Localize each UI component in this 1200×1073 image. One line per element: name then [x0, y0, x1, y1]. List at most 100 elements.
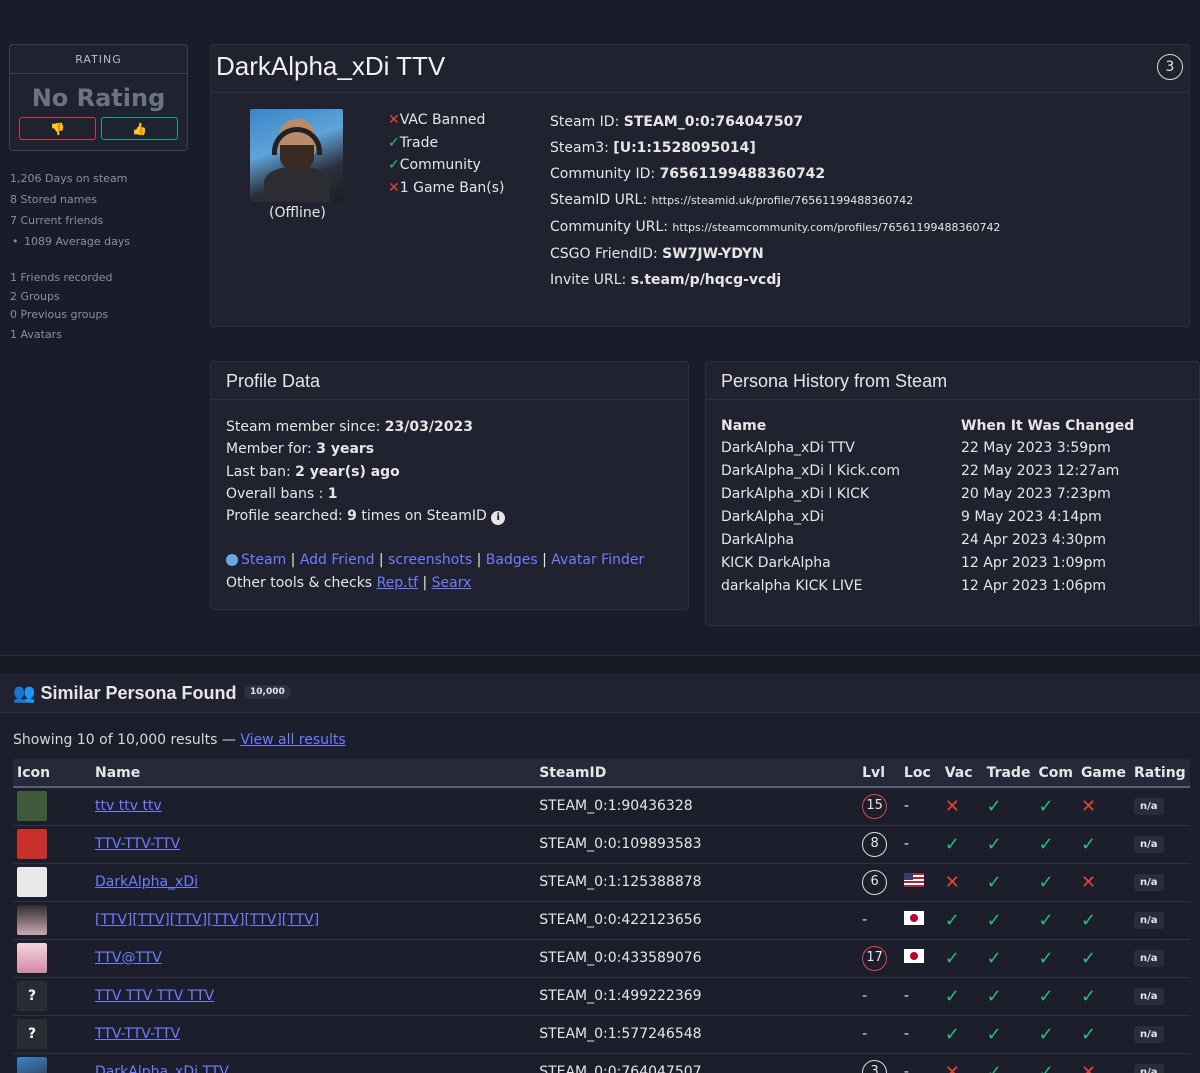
avatar-icon[interactable] — [17, 905, 47, 935]
level-badge: 6 — [862, 869, 888, 895]
thumbs-up-button[interactable]: 👍 — [101, 117, 178, 140]
column-header-game[interactable]: Game — [1076, 759, 1130, 788]
persona-history-table: Name When It Was Changed DarkAlpha_xDi TT… — [721, 414, 1134, 597]
check-icon: ✓ — [388, 134, 400, 151]
community-url: Community URL: https://steamcommunity.co… — [550, 219, 1001, 235]
friends-recorded: 1 Friends recorded — [10, 271, 113, 284]
persona-name: DarkAlpha_xDi l KICK — [721, 485, 870, 502]
csgo-friend-id: CSGO FriendID: SW7JW-YDYN — [550, 246, 764, 262]
steamid-cell: STEAM_0:1:577246548 — [535, 1015, 859, 1054]
profile-section: RATING No Rating 👎 👍 1,206 Days on steam… — [0, 0, 1200, 655]
users-icon: 👥 — [13, 683, 36, 703]
rating-box: RATING No Rating 👎 👍 — [9, 44, 188, 151]
steamid-cell: STEAM_0:0:109893583 — [535, 825, 859, 864]
column-header-steamid[interactable]: SteamID — [535, 759, 859, 788]
persona-date: 22 May 2023 3:59pm — [961, 439, 1111, 456]
column-header-name[interactable]: Name — [91, 759, 536, 788]
rating-value: No Rating — [31, 84, 166, 112]
column-header-loc[interactable]: Loc — [899, 759, 941, 788]
column-header-lvl[interactable]: Lvl — [858, 759, 900, 788]
persona-history-card: Persona History from Steam Name When It W… — [705, 361, 1200, 626]
thumbs-up-icon: 👍 — [132, 121, 147, 136]
avatar-icon[interactable] — [17, 791, 47, 822]
check-icon: ✓ — [944, 1023, 960, 1045]
steamid-cell: STEAM_0:0:422123656 — [535, 901, 859, 940]
badges-link[interactable]: Badges — [486, 552, 538, 568]
check-icon: ✓ — [944, 909, 960, 931]
column-header-icon[interactable]: Icon — [13, 759, 92, 788]
steamid-cell: STEAM_0:1:499222369 — [535, 977, 859, 1016]
steamid-cell: STEAM_0:1:125388878 — [535, 863, 859, 902]
add-friend-link[interactable]: Add Friend — [300, 552, 375, 568]
similar-persona-header: 👥 Similar Persona Found 10,000 — [0, 673, 1200, 713]
persona-link[interactable]: TTV-TTV-TTV — [95, 836, 180, 852]
avatar-icon[interactable]: ? — [17, 981, 47, 1011]
table-row: ttv ttv ttv STEAM_0:1:90436328 15- ✕ ✓ ✓ ✕ n/a — [13, 787, 1190, 826]
steamid-cell: STEAM_0:0:433589076 — [535, 939, 859, 978]
avatar-icon[interactable] — [17, 1057, 47, 1073]
thumbs-down-icon: 👎 — [50, 121, 65, 136]
steam-link[interactable]: Steam — [241, 552, 286, 568]
persona-link[interactable]: DarkAlpha_xDi — [95, 874, 198, 890]
table-row: ? TTV TTV TTV TTV STEAM_0:1:499222369- - ✓ ✓ ✓… — [13, 977, 1190, 1016]
us-flag-icon — [903, 873, 924, 887]
x-icon: ✕ — [388, 112, 400, 128]
id-list: Steam ID: STEAM_0:0:764047507 Steam3: [U… — [550, 109, 1000, 293]
persona-link[interactable]: TTV-TTV-TTV — [95, 1026, 180, 1042]
rep-tf-link[interactable]: Rep.tf — [377, 575, 418, 591]
persona-history-row: DarkAlpha_xDi l Kick.com 22 May 2023 12:2… — [721, 459, 1134, 482]
x-icon: ✕ — [944, 795, 960, 817]
avatars-count: 1 Avatars — [10, 328, 62, 341]
rating-badge: n/a — [1133, 836, 1164, 853]
check-icon: ✓ — [1080, 833, 1097, 855]
profile-card: DarkAlpha_xDi TTV 3 (Offline) ✕VAC Banne… — [210, 44, 1190, 327]
check-icon: ✓ — [986, 985, 1002, 1007]
profile-searched: Profile searched: 9 times on SteamID i — [226, 505, 688, 527]
persona-date: 9 May 2023 4:14pm — [961, 508, 1102, 525]
profile-data-card: Profile Data Steam member since: 23/03/2… — [210, 361, 689, 610]
persona-history-row: darkalpha KICK LIVE 12 Apr 2023 1:06pm — [721, 574, 1134, 597]
table-row: DarkAlpha_xDi TTV STEAM_0:0:764047507 3- ✕ ✓… — [13, 1053, 1190, 1073]
column-header-rating[interactable]: Rating — [1129, 759, 1190, 788]
persona-history-row: DarkAlpha 24 Apr 2023 4:30pm — [721, 528, 1134, 551]
column-header-trade[interactable]: Trade — [982, 759, 1035, 788]
column-header-com[interactable]: Com — [1034, 759, 1077, 788]
level-badge: 8 — [862, 831, 888, 857]
similar-persona-area: Showing 10 of 10,000 results — View all … — [0, 713, 1200, 1073]
screenshots-link[interactable]: screenshots — [388, 552, 472, 568]
avatar-icon[interactable] — [17, 829, 47, 859]
check-icon: ✓ — [944, 833, 960, 855]
online-status: (Offline) — [269, 205, 326, 221]
other-tools: Other tools & checks Rep.tf | Searx — [226, 574, 472, 591]
persona-name: DarkAlpha_xDi — [721, 508, 824, 525]
persona-link[interactable]: ttv ttv ttv — [95, 798, 162, 814]
persona-link[interactable]: [TTV][TTV][TTV][TTV][TTV][TTV] — [95, 912, 319, 928]
avatar-icon[interactable]: ? — [17, 1019, 47, 1049]
column-header-vac[interactable]: Vac — [940, 759, 983, 788]
persona-link[interactable]: DarkAlpha_xDi TTV — [95, 1064, 229, 1073]
check-icon: ✓ — [986, 909, 1002, 931]
avatar-finder-link[interactable]: Avatar Finder — [551, 552, 644, 568]
jp-flag-icon — [903, 949, 924, 963]
side-stats: 1,206 Days on steam 8 Stored names 7 Cur… — [10, 168, 130, 345]
thumbs-down-button[interactable]: 👎 — [19, 117, 96, 140]
persona-name: DarkAlpha_xDi TTV — [721, 439, 855, 456]
persona-link[interactable]: TTV@TTV — [95, 950, 162, 966]
member-for: Member for: 3 years — [226, 441, 375, 458]
persona-link[interactable]: TTV TTV TTV TTV — [95, 988, 214, 1004]
ban-status-list: ✕VAC Banned ✓Trade ✓Community ✕1 Game Ba… — [388, 109, 505, 199]
check-icon: ✓ — [944, 947, 960, 969]
persona-date: 12 Apr 2023 1:06pm — [961, 577, 1106, 594]
persona-date: 22 May 2023 12:27am — [961, 462, 1120, 479]
info-icon[interactable]: i — [491, 511, 506, 526]
avatar-icon[interactable] — [17, 943, 47, 973]
persona-history-row: DarkAlpha_xDi l KICK 20 May 2023 7:23pm — [721, 482, 1134, 505]
avatar-icon[interactable] — [17, 867, 47, 897]
searx-link[interactable]: Searx — [432, 575, 472, 591]
view-all-link[interactable]: View all results — [240, 732, 345, 748]
check-icon: ✓ — [1038, 833, 1054, 855]
name-count-badge[interactable]: 3 — [1157, 54, 1183, 80]
x-icon: ✕ — [1080, 871, 1097, 893]
check-icon: ✓ — [1038, 947, 1054, 969]
steamid-cell: STEAM_0:0:764047507 — [535, 1053, 859, 1073]
